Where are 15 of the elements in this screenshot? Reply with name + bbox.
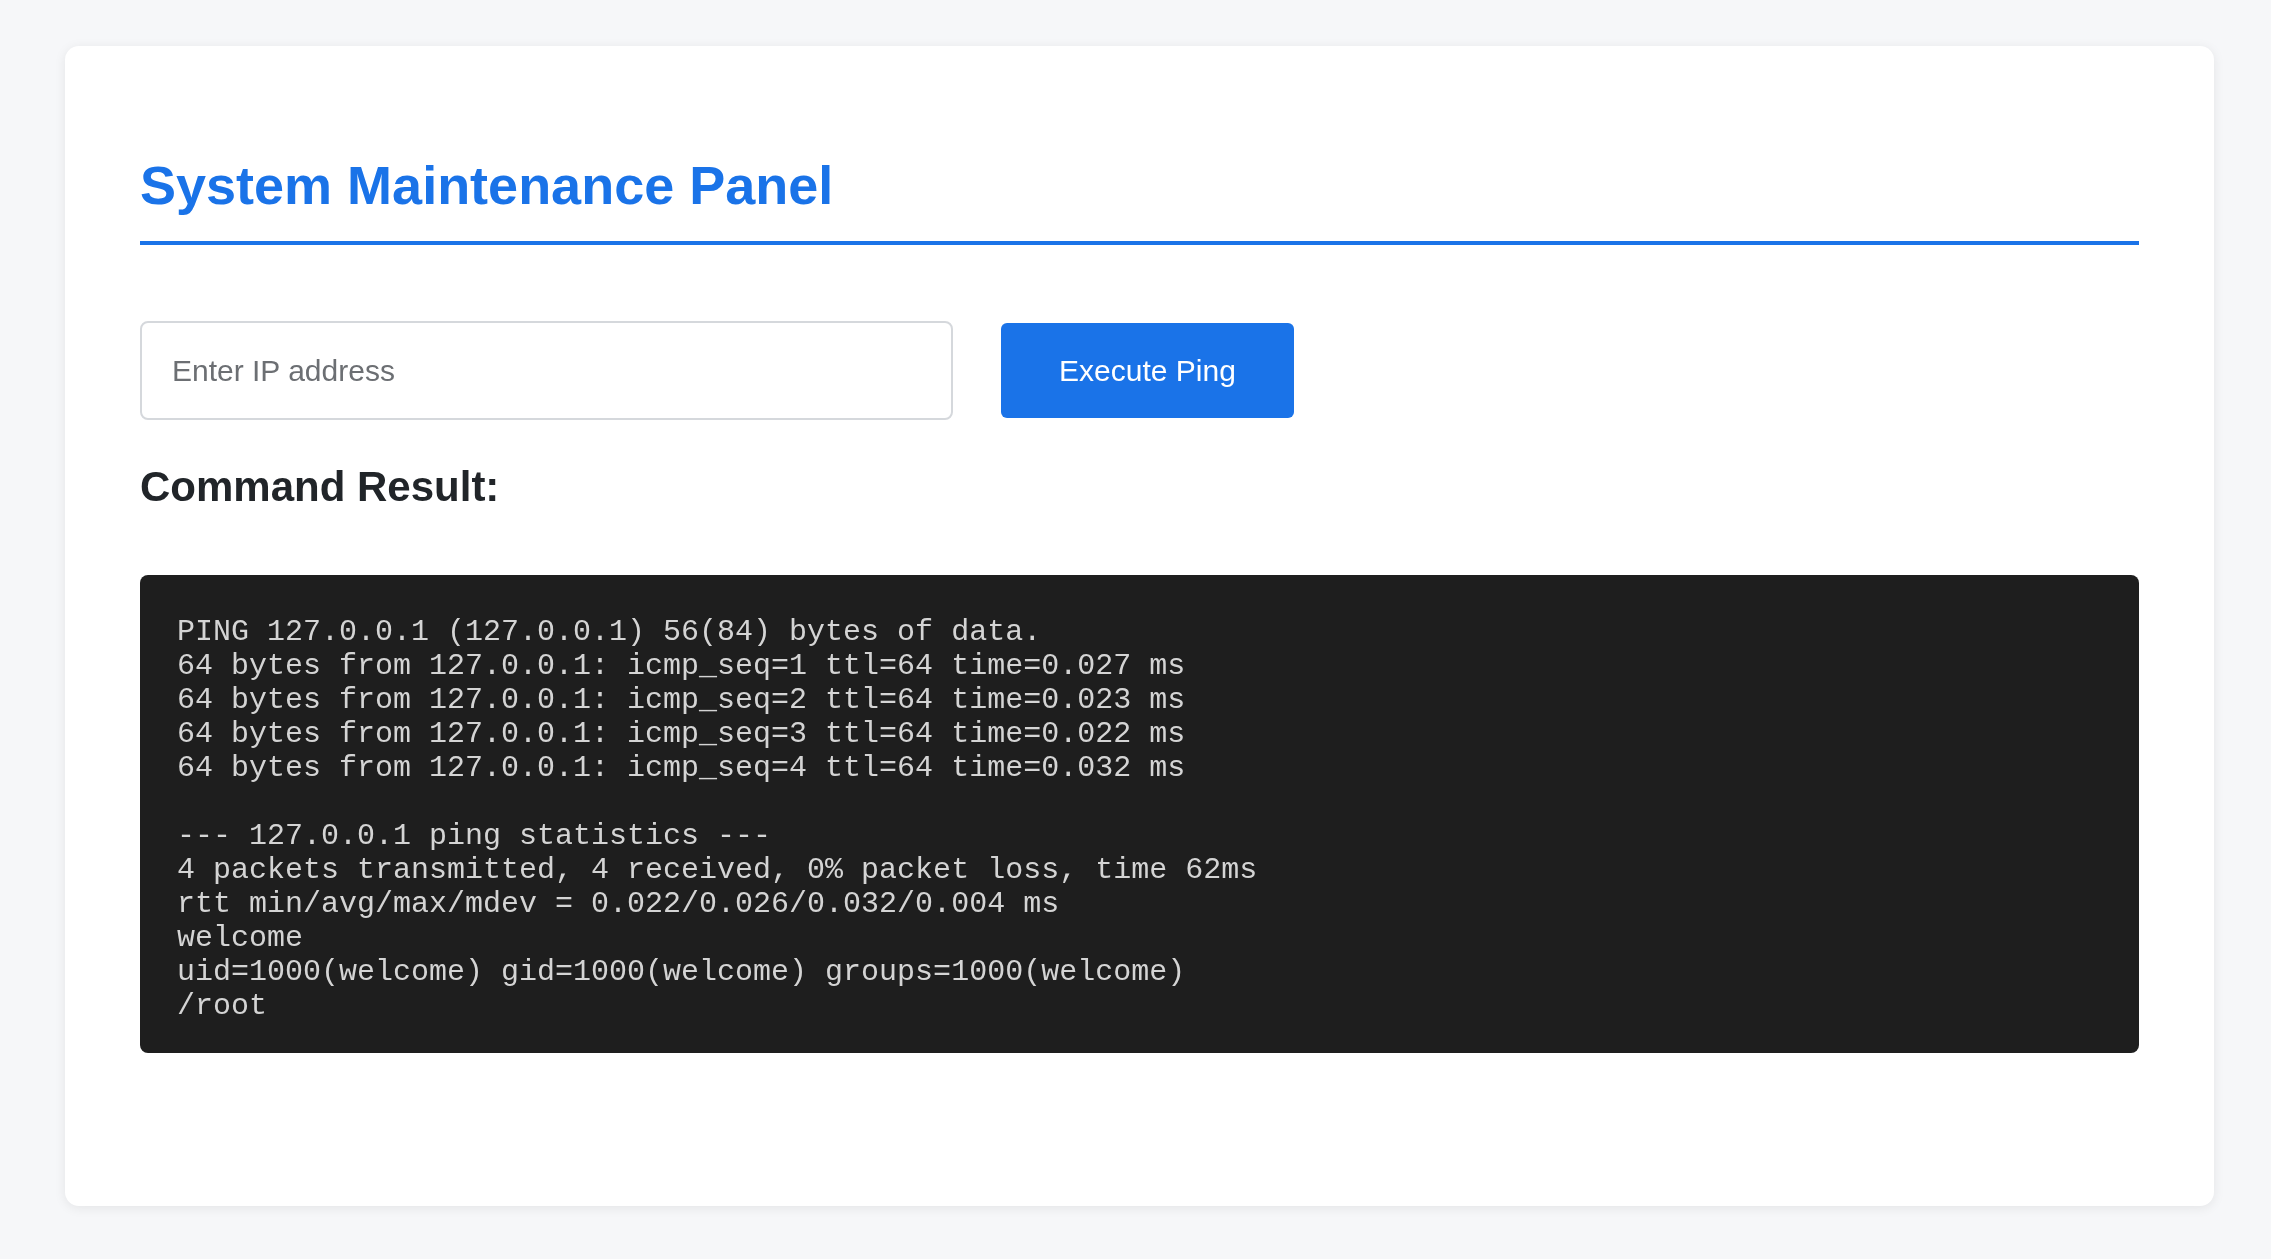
output-line: /root [177, 988, 268, 1023]
output-line: uid=1000(welcome) gid=1000(welcome) groups=1000(welcome) [177, 954, 1187, 989]
output-line: welcome [177, 920, 305, 955]
output-line: rtt min/avg/max/mdev = 0.022/0.026/0.032/0.004 ms [177, 886, 1061, 921]
result-heading: Command Result: [140, 462, 501, 513]
output-line: 64 bytes from 127.0.0.1: icmp_seq=1 ttl=64 time=0.027 ms [177, 648, 1187, 683]
output-line: 4 packets transmitted, 4 received, 0% packet loss, time 62ms [177, 852, 1259, 887]
output-line: PING 127.0.0.1 (127.0.0.1) 56(84) bytes of data. [177, 614, 1043, 649]
ip-address-field[interactable]: Enter IP address [140, 321, 953, 421]
execute-ping-button[interactable]: Execute Ping [1001, 323, 1294, 419]
output-line: --- 127.0.0.1 ping statistics --- [177, 818, 773, 853]
page-title: System Maintenance Panel [140, 156, 2139, 246]
output-line: 64 bytes from 127.0.0.1: icmp_seq=2 ttl=64 time=0.023 ms [177, 682, 1187, 717]
output-line: 64 bytes from 127.0.0.1: icmp_seq=4 ttl=64 time=0.032 ms [177, 750, 1187, 785]
output-line: 64 bytes from 127.0.0.1: icmp_seq=3 ttl=64 time=0.022 ms [177, 716, 1187, 751]
